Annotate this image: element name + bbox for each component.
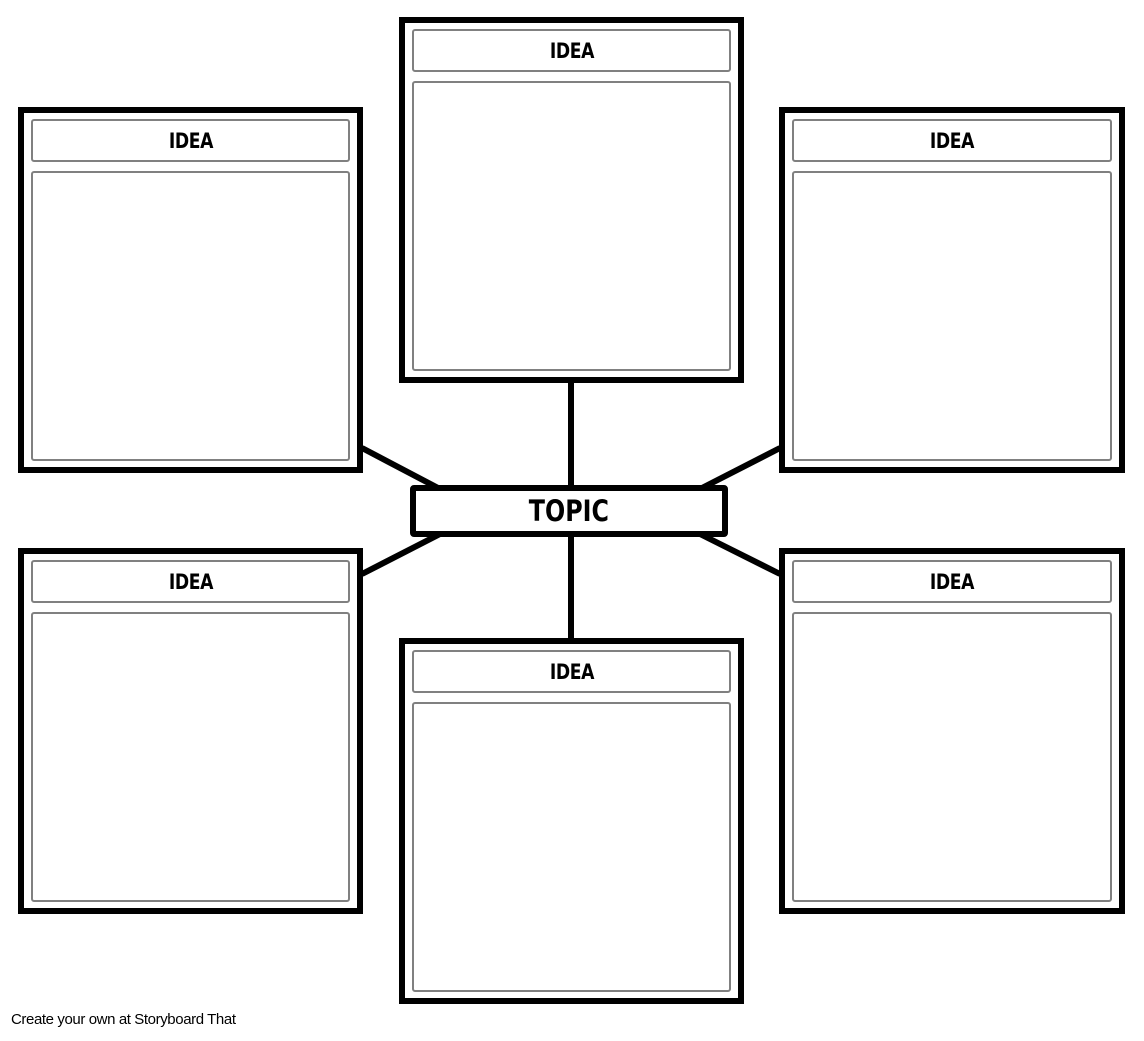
connector-lower-left — [360, 531, 442, 577]
idea-title-label: IDEA — [549, 659, 594, 684]
topic-box[interactable]: TOPIC — [410, 485, 728, 537]
idea-title-label: IDEA — [929, 128, 975, 153]
idea-box-upper-left: IDEA — [18, 107, 363, 473]
topic-label: TOPIC — [528, 494, 610, 528]
idea-content-field[interactable] — [412, 702, 731, 992]
connector-lower-right — [698, 531, 782, 577]
idea-title-label: IDEA — [168, 569, 213, 594]
idea-box-lower-right: IDEA — [779, 548, 1125, 914]
idea-title-field[interactable]: IDEA — [31, 560, 350, 603]
idea-content-field[interactable] — [412, 81, 731, 371]
idea-box-upper-right: IDEA — [779, 107, 1125, 473]
idea-title-field[interactable]: IDEA — [792, 119, 1112, 162]
connector-upper-left — [360, 445, 442, 492]
idea-title-field[interactable]: IDEA — [412, 29, 731, 72]
idea-content-field[interactable] — [31, 171, 350, 461]
idea-title-field[interactable]: IDEA — [31, 119, 350, 162]
idea-title-label: IDEA — [168, 128, 213, 153]
footer-credit-link[interactable]: Create your own at Storyboard That — [11, 1011, 236, 1028]
idea-content-field[interactable] — [792, 171, 1112, 461]
idea-box-top-center: IDEA — [399, 17, 744, 383]
idea-box-lower-left: IDEA — [18, 548, 363, 914]
idea-title-field[interactable]: IDEA — [412, 650, 731, 693]
connector-upper-right — [698, 445, 782, 492]
idea-title-label: IDEA — [929, 569, 975, 594]
idea-title-label: IDEA — [549, 38, 594, 63]
idea-content-field[interactable] — [792, 612, 1112, 902]
idea-box-bottom-center: IDEA — [399, 638, 744, 1004]
idea-title-field[interactable]: IDEA — [792, 560, 1112, 603]
idea-content-field[interactable] — [31, 612, 350, 902]
